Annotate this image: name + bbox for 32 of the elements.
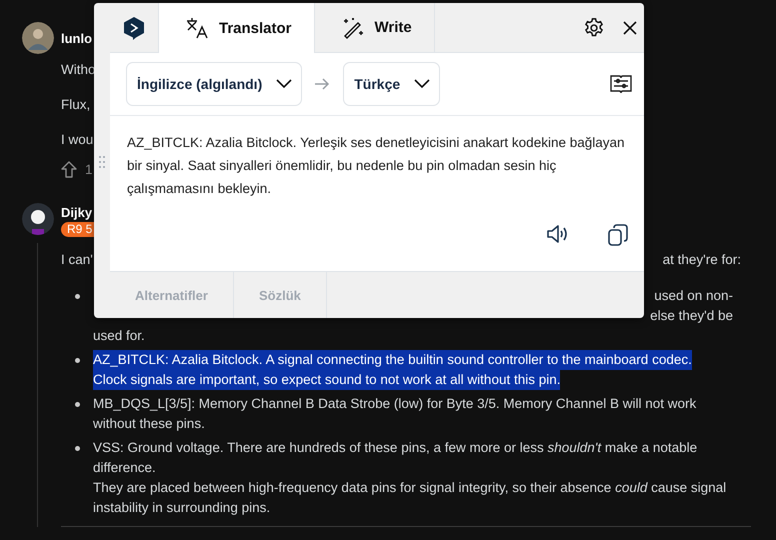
chevron-down-icon <box>414 79 430 89</box>
list-text: MB_DQS_L[3/5]: Memory Channel B Data Strobe (low) for Byte 3/5. Memory Channel B will not work without these pins. <box>93 395 696 433</box>
upvote-icon[interactable] <box>61 161 77 178</box>
close-icon[interactable] <box>622 20 638 36</box>
drag-handle-icon[interactable] <box>99 156 105 168</box>
glossary-icon[interactable] <box>610 74 632 94</box>
list-text: used for. <box>93 327 145 345</box>
comment-text: I can' <box>61 251 93 269</box>
comment-text: Flux, <box>61 97 90 112</box>
vote-count: 1 <box>85 162 93 177</box>
translate-icon <box>185 16 209 40</box>
chevron-down-icon <box>276 79 292 89</box>
comment-text: I wou <box>61 132 94 147</box>
translation-text: AZ_BITCLK: Azalia Bitclock. Yerleşik ses denetleyicisini anakart kodekine bağlayan bir sinyal. Saat sinyalleri önemlidir, bu nedenle bu pin olmadan sesin hiç çalışmamasını bekleyin. <box>127 134 626 198</box>
tab[interactable]: Write <box>314 3 435 52</box>
copy-icon[interactable] <box>608 224 628 246</box>
list-text: else they'd be <box>650 307 733 325</box>
avatar <box>22 22 54 54</box>
list-text: AZ_BITCLK: Azalia Bitclock. A signal connecting the builtin sound controller to the mainboard codec. Clock signals are important, so expect sound to not work at all without this pin. <box>93 350 692 390</box>
target-language-select[interactable]: Türkçe <box>343 62 440 106</box>
speaker-icon[interactable] <box>546 224 568 244</box>
username[interactable]: lunlo <box>61 31 92 46</box>
comment-text: Witho <box>61 62 96 77</box>
logo-icon[interactable] <box>123 16 145 40</box>
settings-icon[interactable] <box>583 16 605 38</box>
list-text: used on non- <box>654 287 733 305</box>
arrow-right-icon <box>314 78 330 90</box>
list-text: VSS: Ground voltage. There are hundreds of these pins, a few more or less shouldn't make a notable difference. They are placed between high-frequency data pins for signal integrity, so their absence could cause signal instability in surrounding pins. <box>93 439 726 517</box>
comment-text: at they're for: <box>662 251 741 269</box>
source-language-select[interactable]: İngilizce (algılandı) <box>126 62 302 106</box>
avatar <box>22 203 54 235</box>
tab[interactable]: Translator <box>158 3 315 53</box>
